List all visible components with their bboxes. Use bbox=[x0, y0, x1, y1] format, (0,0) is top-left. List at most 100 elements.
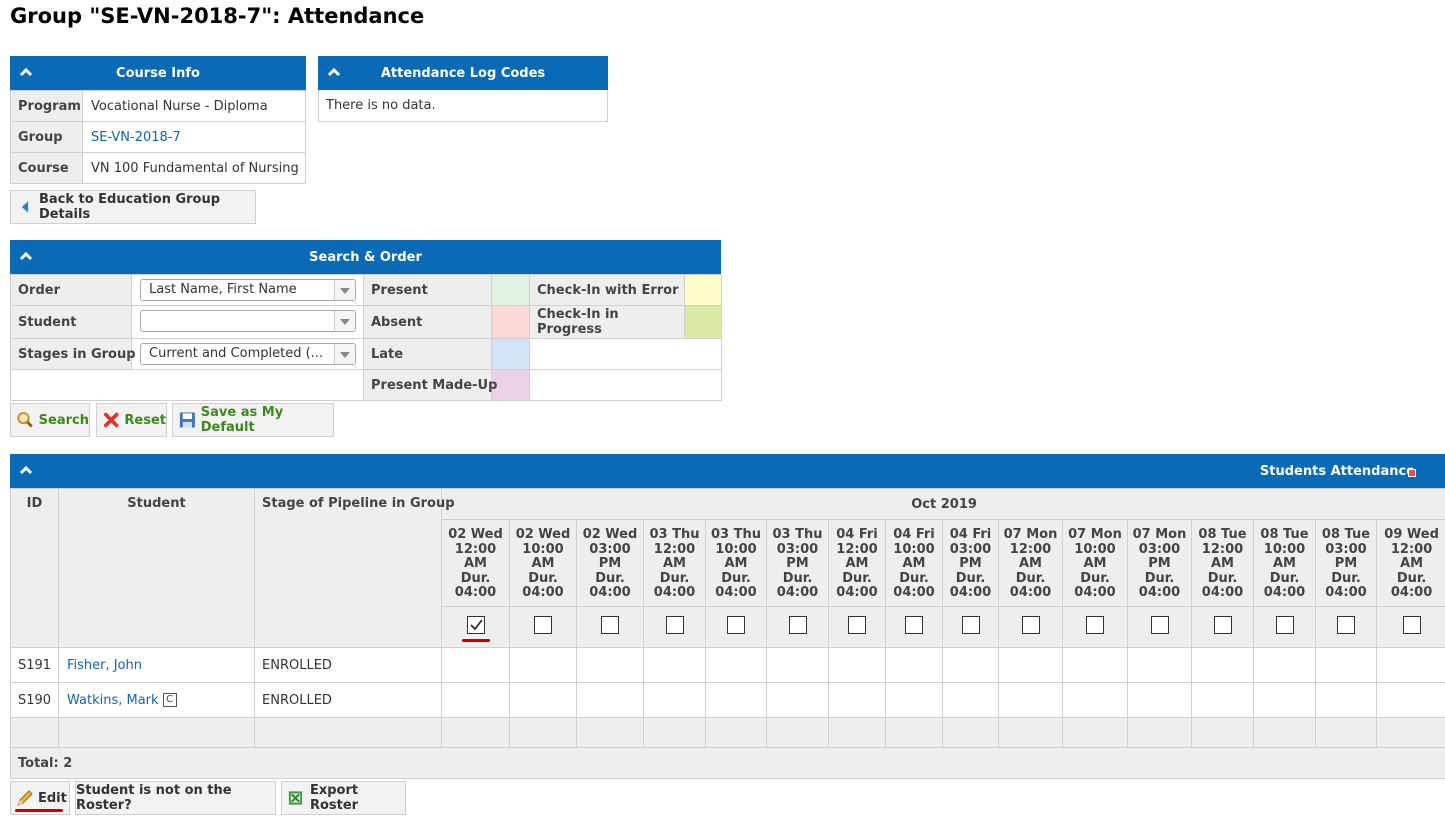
attendance-cell[interactable] bbox=[705, 647, 767, 683]
attendance-cell[interactable] bbox=[766, 682, 829, 718]
date-select-checkbox[interactable] bbox=[1086, 616, 1104, 634]
date-header-line: 04:00 bbox=[1325, 585, 1367, 600]
attendance-cell[interactable] bbox=[1253, 647, 1316, 683]
page-title: Group "SE-VN-2018-7": Attendance bbox=[10, 4, 425, 28]
date-header-line: 03:00 bbox=[776, 541, 819, 557]
attendance-header[interactable]: Students Attendance bbox=[10, 454, 1445, 488]
student-name-link[interactable]: Watkins, Mark bbox=[67, 693, 159, 708]
date-column-header: 07 Mon 03:00 PM Dur. 04:00 bbox=[1127, 519, 1192, 607]
attendance-cell[interactable] bbox=[509, 682, 577, 718]
date-header-line: PM bbox=[1334, 556, 1358, 571]
attendance-cell[interactable] bbox=[705, 682, 767, 718]
date-checkbox-cell bbox=[1253, 606, 1316, 648]
search-order-header[interactable]: Search & Order bbox=[10, 240, 721, 274]
date-select-checkbox[interactable] bbox=[1213, 616, 1232, 634]
export-roster-button[interactable]: Export Roster bbox=[281, 781, 406, 815]
date-column-header: 02 Wed 03:00 PM Dur. 04:00 bbox=[576, 519, 644, 607]
attendance-cell[interactable] bbox=[766, 647, 829, 683]
attendance-cell[interactable] bbox=[441, 682, 510, 718]
student-name-link[interactable]: Fisher, John bbox=[67, 658, 142, 673]
student-badge-icon[interactable]: C bbox=[162, 693, 177, 707]
date-header-line: Dur. bbox=[1144, 570, 1175, 586]
attendance-cell[interactable] bbox=[1062, 682, 1128, 718]
chevron-up-icon[interactable] bbox=[327, 65, 341, 79]
blank-cell bbox=[254, 717, 442, 748]
arrow-left-icon bbox=[21, 201, 29, 213]
attendance-cell[interactable] bbox=[942, 647, 999, 683]
date-checkbox-cell bbox=[643, 606, 706, 648]
date-select-checkbox[interactable] bbox=[1402, 616, 1421, 634]
search-order-panel: Search & Order Order Last Name, First Na… bbox=[10, 240, 722, 401]
attendance-cell[interactable] bbox=[942, 682, 999, 718]
edit-button[interactable]: Edit bbox=[10, 781, 70, 815]
attendance-cell[interactable] bbox=[828, 647, 886, 683]
attendance-cell[interactable] bbox=[998, 647, 1063, 683]
attendance-cell[interactable] bbox=[885, 682, 943, 718]
stages-select[interactable]: Current and Completed (... bbox=[140, 343, 356, 365]
col-stage-header: Stage of Pipeline in Group bbox=[254, 488, 455, 648]
date-select-checkbox[interactable] bbox=[788, 616, 807, 634]
log-codes-header[interactable]: Attendance Log Codes bbox=[318, 56, 608, 90]
date-header-line: 12:00 bbox=[1390, 541, 1433, 557]
date-header-line: PM bbox=[959, 556, 982, 571]
date-column-header: 04 Fri 03:00 PM Dur. 04:00 bbox=[942, 519, 999, 607]
date-select-checkbox[interactable] bbox=[1150, 616, 1169, 634]
attendance-cell[interactable] bbox=[1191, 647, 1254, 683]
month-header: Oct 2019 bbox=[440, 488, 1445, 520]
order-select[interactable]: Last Name, First Name bbox=[140, 279, 356, 301]
attendance-cell[interactable] bbox=[643, 682, 706, 718]
reset-button[interactable]: Reset bbox=[96, 403, 167, 437]
attendance-cell[interactable] bbox=[1375, 647, 1445, 683]
date-select-checkbox[interactable] bbox=[534, 616, 552, 634]
edit-button-label: Edit bbox=[38, 790, 67, 806]
date-select-checkbox[interactable] bbox=[727, 616, 745, 634]
student-select[interactable] bbox=[140, 310, 356, 332]
back-button[interactable]: Back to Education Group Details bbox=[10, 190, 256, 224]
not-on-roster-button[interactable]: Student is not on the Roster? bbox=[75, 781, 276, 815]
attendance-cell[interactable] bbox=[1253, 682, 1316, 718]
date-select-checkbox[interactable] bbox=[665, 616, 684, 634]
date-checkbox-cell bbox=[1062, 606, 1128, 648]
chevron-up-icon[interactable] bbox=[19, 249, 33, 263]
attendance-cell[interactable] bbox=[885, 647, 943, 683]
attendance-cell[interactable] bbox=[1191, 682, 1254, 718]
attendance-cell[interactable] bbox=[828, 682, 886, 718]
date-select-checkbox[interactable] bbox=[1337, 616, 1355, 634]
attendance-cell[interactable] bbox=[509, 647, 577, 683]
col-student-header: Student bbox=[58, 488, 255, 648]
attendance-cell[interactable] bbox=[576, 682, 644, 718]
date-select-checkbox[interactable] bbox=[466, 616, 485, 634]
attendance-cell[interactable] bbox=[441, 647, 510, 683]
save-default-button[interactable]: Save as My Default bbox=[172, 403, 334, 437]
date-select-checkbox[interactable] bbox=[601, 616, 619, 634]
attendance-cell[interactable] bbox=[1127, 682, 1192, 718]
search-button-label: Search bbox=[38, 412, 89, 428]
col-id-header: ID bbox=[10, 488, 59, 648]
blank-cell bbox=[1253, 717, 1316, 748]
attendance-cell[interactable] bbox=[1062, 647, 1128, 683]
date-header-line: Dur. bbox=[1015, 570, 1046, 586]
attendance-cell[interactable] bbox=[1315, 647, 1377, 683]
search-button[interactable]: Search bbox=[10, 403, 90, 437]
attendance-cell[interactable] bbox=[998, 682, 1063, 718]
course-info-header[interactable]: Course Info bbox=[10, 56, 306, 90]
date-header-line: 02 Wed bbox=[582, 527, 638, 542]
date-header-line: 03:00 bbox=[1138, 541, 1181, 557]
chevron-up-icon[interactable] bbox=[19, 463, 33, 477]
attendance-cell[interactable] bbox=[576, 647, 644, 683]
attendance-cell[interactable] bbox=[1127, 647, 1192, 683]
date-select-checkbox[interactable] bbox=[905, 616, 923, 634]
attendance-cell[interactable] bbox=[1315, 682, 1377, 718]
date-column-header: 02 Wed 10:00 AM Dur. 04:00 bbox=[509, 519, 577, 607]
attendance-cell[interactable] bbox=[1375, 682, 1445, 718]
date-select-checkbox[interactable] bbox=[961, 616, 980, 634]
close-icon bbox=[103, 412, 119, 428]
date-select-checkbox[interactable] bbox=[1021, 616, 1040, 634]
date-select-checkbox[interactable] bbox=[1275, 616, 1294, 634]
group-link[interactable]: SE-VN-2018-7 bbox=[91, 130, 181, 145]
chevron-up-icon[interactable] bbox=[19, 65, 33, 79]
date-select-checkbox[interactable] bbox=[848, 616, 866, 634]
checkmark-icon bbox=[469, 619, 483, 631]
date-header-line: 12:00 bbox=[836, 541, 878, 557]
attendance-cell[interactable] bbox=[643, 647, 706, 683]
